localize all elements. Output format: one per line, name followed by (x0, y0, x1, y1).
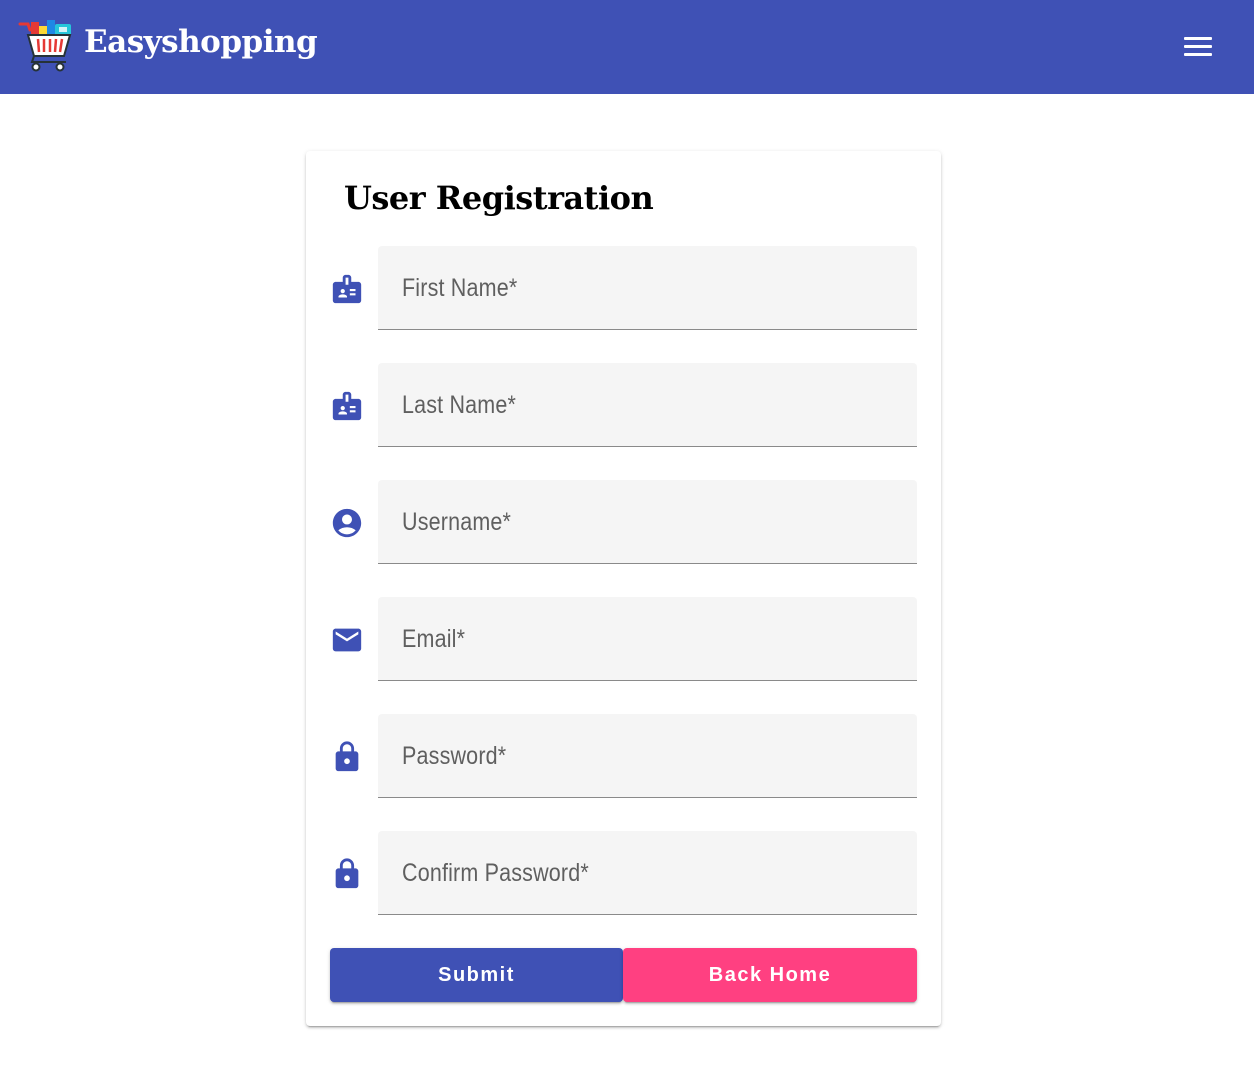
first-name-row: First Name* (306, 246, 941, 330)
badge-icon (332, 391, 362, 421)
hamburger-menu-icon-line-3 (1184, 52, 1212, 56)
email-field[interactable]: Email* (378, 597, 917, 681)
last-name-field[interactable]: Last Name* (378, 363, 917, 447)
username-field[interactable]: Username* (378, 480, 917, 564)
shopping-cart-icon[interactable] (18, 18, 74, 72)
first-name-field[interactable]: First Name* (378, 246, 917, 330)
page-title: User Registration (344, 179, 654, 217)
back-home-button[interactable]: Back Home (623, 948, 917, 1002)
registration-card: User Registration First Name* Last Name*… (306, 151, 941, 1026)
account-circle-icon (332, 508, 362, 538)
brand-title[interactable]: Easyshopping (84, 24, 318, 60)
confirm-password-row: Confirm Password* (306, 831, 941, 915)
password-label: Password* (402, 742, 507, 770)
lock-icon (335, 858, 359, 889)
username-row: Username* (306, 480, 941, 564)
badge-icon (332, 274, 362, 304)
hamburger-menu-button[interactable] (1176, 30, 1220, 62)
confirm-password-field[interactable]: Confirm Password* (378, 831, 917, 915)
password-row: Password* (306, 714, 941, 798)
email-row: Email* (306, 597, 941, 681)
top-app-bar: Easyshopping (0, 0, 1254, 94)
first-name-label: First Name* (402, 274, 518, 302)
last-name-row: Last Name* (306, 363, 941, 447)
last-name-label: Last Name* (402, 391, 517, 419)
submit-button[interactable]: Submit (330, 948, 623, 1002)
lock-icon (335, 741, 359, 772)
hamburger-menu-icon-line-1 (1184, 36, 1212, 40)
username-label: Username* (402, 508, 512, 536)
confirm-password-label: Confirm Password* (402, 859, 589, 887)
password-field[interactable]: Password* (378, 714, 917, 798)
email-icon (332, 628, 362, 652)
hamburger-menu-icon-line-2 (1184, 44, 1212, 48)
email-label: Email* (402, 625, 466, 653)
